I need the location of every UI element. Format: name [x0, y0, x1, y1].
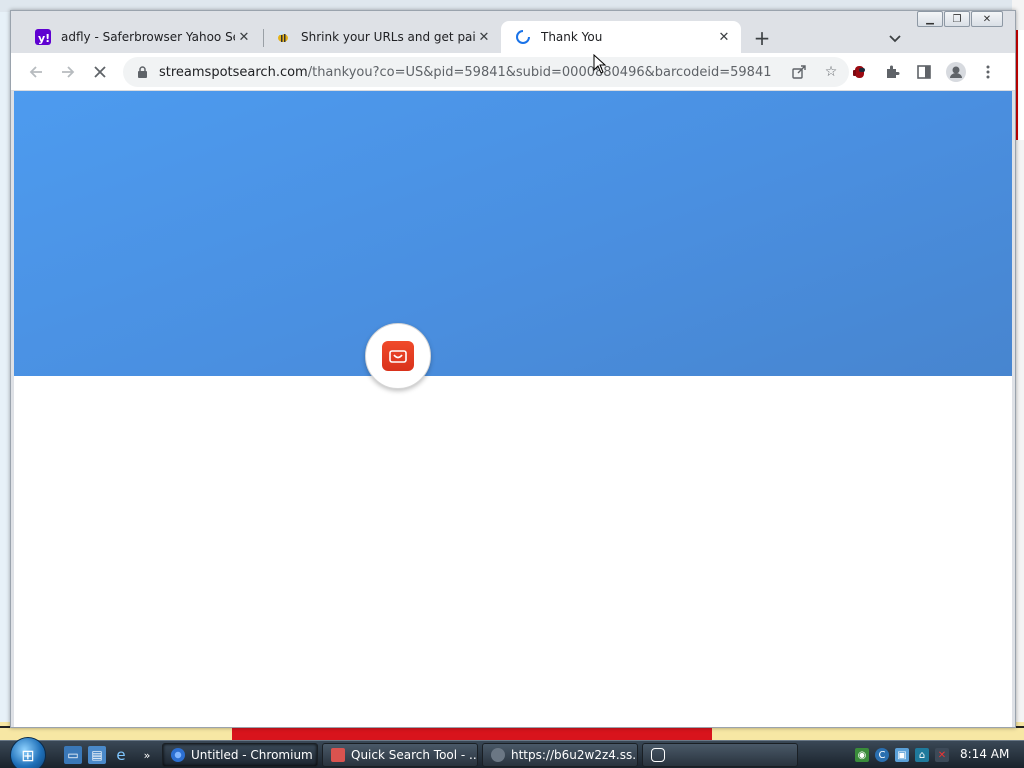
- back-arrow-icon: [29, 66, 42, 78]
- show-desktop-icon[interactable]: ▭: [64, 746, 82, 764]
- tab-title: adfly - Saferbrowser Yahoo Searc: [61, 30, 235, 44]
- network-globe-icon[interactable]: ◉: [855, 748, 869, 762]
- new-tab-button[interactable]: +: [749, 26, 775, 50]
- globe-icon: [491, 748, 505, 762]
- url-path: /thankyou?co=US&pid=59841&subid=00008804…: [307, 64, 771, 80]
- tab-adfly-yahoo[interactable]: y! adfly - Saferbrowser Yahoo Searc ✕: [21, 21, 261, 53]
- bookmark-star-icon[interactable]: ☆: [821, 62, 841, 82]
- close-tab-icon[interactable]: ✕: [235, 28, 253, 46]
- tab-search-button[interactable]: [885, 29, 905, 49]
- taskbar-blank-window[interactable]: [642, 743, 798, 767]
- windows-logo-icon: ⊞: [21, 745, 35, 765]
- extension-among-us-icon[interactable]: [849, 61, 871, 83]
- url-domain: streamspotsearch.com: [159, 64, 308, 80]
- profile-avatar-icon[interactable]: [945, 61, 967, 83]
- window-switcher-icon[interactable]: ▤: [88, 746, 106, 764]
- volume-muted-icon[interactable]: ✕: [935, 748, 949, 762]
- bee-icon: [275, 29, 291, 45]
- close-tab-icon[interactable]: ✕: [715, 28, 733, 46]
- side-panel-icon[interactable]: [913, 61, 935, 83]
- start-button[interactable]: ⊞: [10, 737, 46, 768]
- browser-window: y! adfly - Saferbrowser Yahoo Searc ✕ Sh…: [10, 10, 1016, 728]
- c-tray-icon[interactable]: C: [875, 748, 889, 762]
- svg-text:y!: y!: [38, 32, 50, 45]
- stop-icon: [94, 66, 106, 78]
- lock-icon[interactable]: [135, 65, 149, 79]
- window-controls: ▁ ❐ ✕: [916, 11, 1003, 27]
- tab-title: Shrink your URLs and get paid!: [301, 30, 475, 44]
- forward-arrow-icon: [62, 66, 75, 78]
- taskbar-quick-search[interactable]: Quick Search Tool - ...: [322, 743, 478, 767]
- taskbar: ⊞ ▭ ▤ e » Untitled - Chromium Quick Sear…: [0, 737, 1024, 768]
- page-content: [14, 91, 1012, 727]
- hero-banner: [14, 91, 1012, 376]
- close-window-button[interactable]: ✕: [971, 11, 1003, 27]
- task-label: Quick Search Tool - ...: [351, 748, 478, 762]
- quick-launch-overflow[interactable]: »: [138, 746, 156, 764]
- app-window-icon: [331, 748, 345, 762]
- tab-title: Thank You: [541, 30, 603, 44]
- menu-kebab-icon[interactable]: [977, 61, 999, 83]
- clock[interactable]: 8:14 AM: [960, 747, 1009, 761]
- task-label: Untitled - Chromium: [191, 748, 313, 762]
- app-icon: [651, 748, 665, 762]
- network-icon[interactable]: ⌂: [915, 748, 929, 762]
- browser-toolbar: streamspotsearch.com/thankyou?co=US&pid=…: [11, 53, 1015, 91]
- shopping-bag-logo: [365, 323, 431, 389]
- extensions-puzzle-icon[interactable]: [881, 61, 903, 83]
- task-label: https://b6u2w2z4.ss...: [511, 748, 638, 762]
- mouse-cursor-icon: [593, 53, 607, 78]
- tab-thank-you[interactable]: Thank You ✕: [501, 21, 741, 53]
- chromium-icon: [171, 748, 185, 762]
- share-icon[interactable]: [789, 62, 809, 82]
- tab-shrink-urls[interactable]: Shrink your URLs and get paid! ✕: [261, 21, 501, 53]
- url-text[interactable]: streamspotsearch.com/thankyou?co=US&pid=…: [159, 65, 771, 80]
- address-bar[interactable]: streamspotsearch.com/thankyou?co=US&pid=…: [123, 57, 849, 87]
- internet-explorer-icon[interactable]: e: [112, 746, 130, 764]
- yahoo-icon: y!: [35, 29, 51, 45]
- tab-strip: y! adfly - Saferbrowser Yahoo Searc ✕ Sh…: [11, 11, 1015, 53]
- back-button[interactable]: [25, 61, 47, 83]
- shopping-bag-icon: [382, 341, 414, 371]
- forward-button[interactable]: [57, 61, 79, 83]
- stop-loading-button[interactable]: [89, 61, 111, 83]
- loading-spinner-icon: [515, 29, 531, 45]
- close-tab-icon[interactable]: ✕: [475, 28, 493, 46]
- system-tray: ◉ C ▣ ⌂ ✕: [852, 741, 952, 768]
- taskbar-chromium[interactable]: Untitled - Chromium: [162, 743, 318, 767]
- maximize-button[interactable]: ❐: [944, 11, 970, 27]
- taskbar-url-window[interactable]: https://b6u2w2z4.ss...: [482, 743, 638, 767]
- shield-tray-icon[interactable]: ▣: [895, 748, 909, 762]
- minimize-button[interactable]: ▁: [917, 11, 943, 27]
